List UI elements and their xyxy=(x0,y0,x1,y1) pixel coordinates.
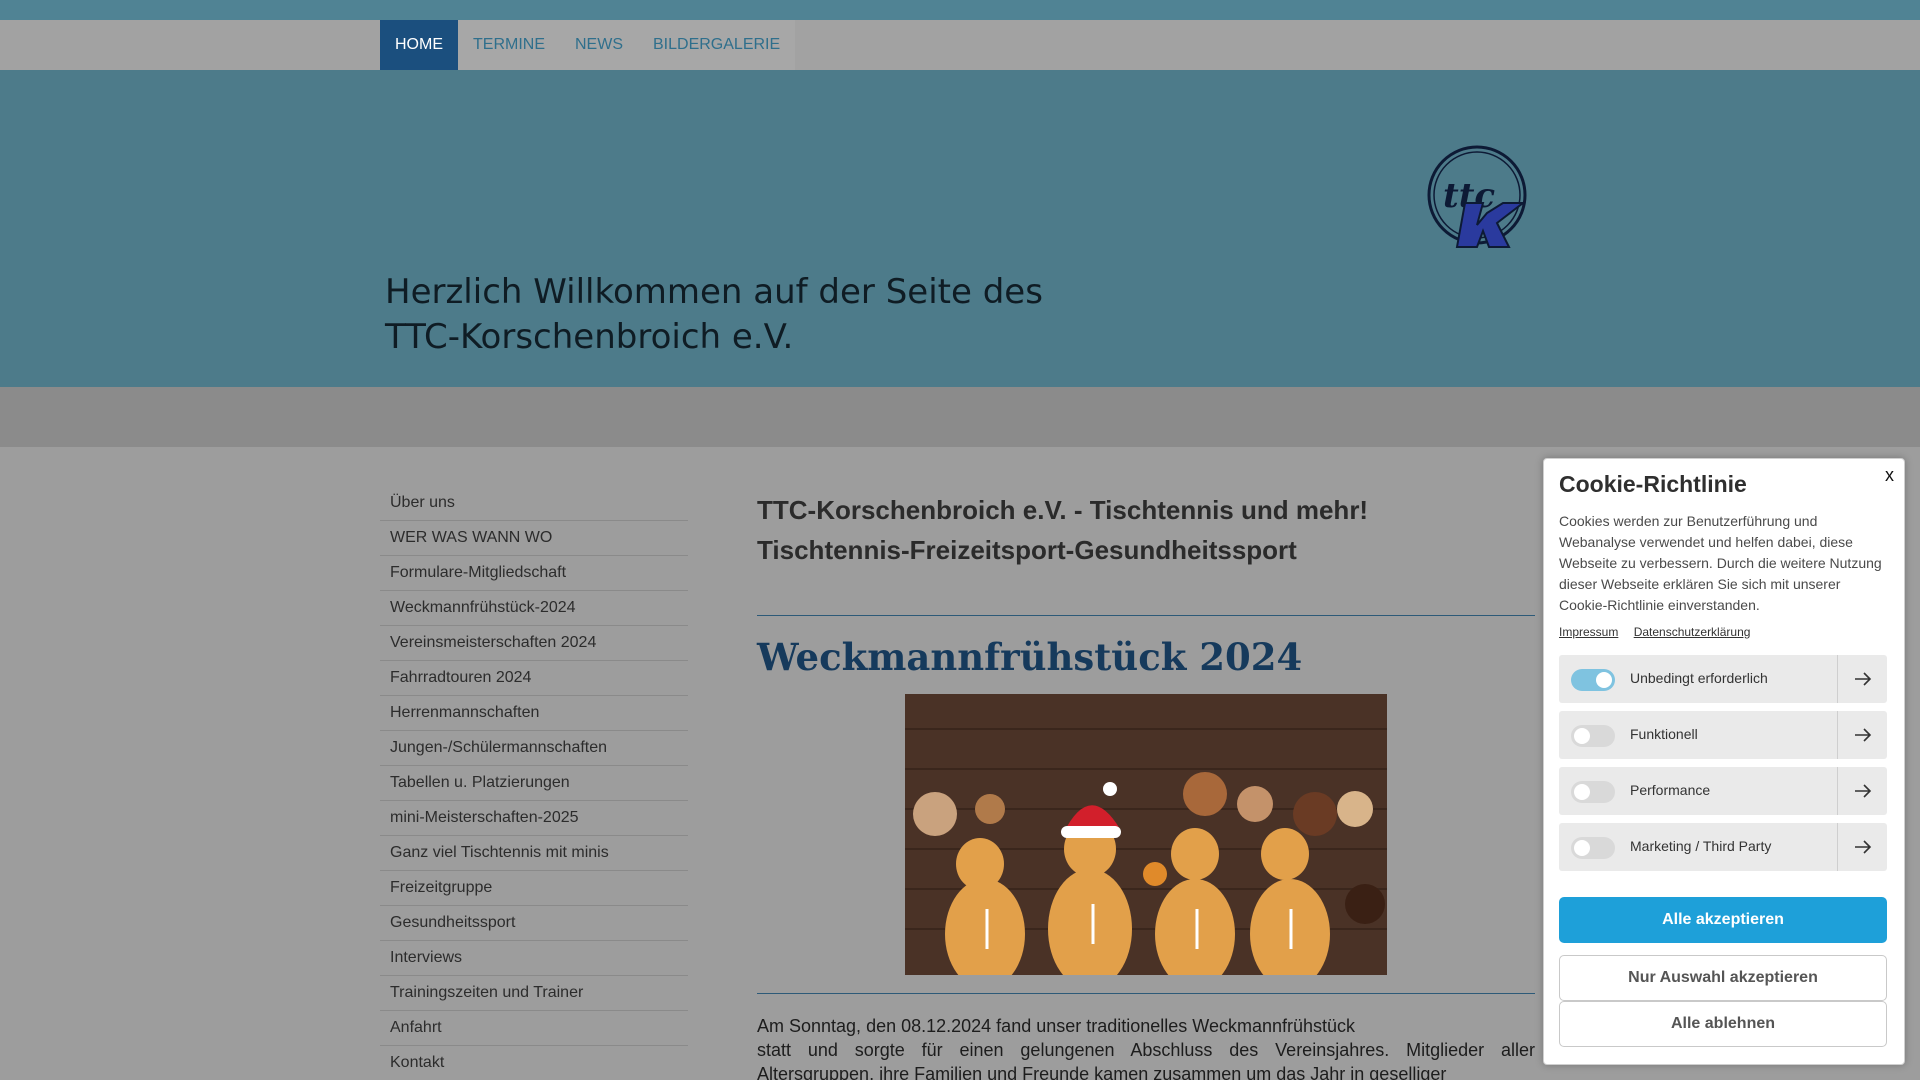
sidebar-item-herrenmannschaften[interactable]: Herrenmannschaften xyxy=(380,696,688,731)
sidebar-item-weckmannfruehstueck[interactable]: Weckmannfrühstück-2024 xyxy=(380,591,688,626)
sidebar-item-kontakt[interactable]: Kontakt xyxy=(380,1046,688,1080)
sidebar-nav: Über uns WER WAS WANN WO Formulare-Mitgl… xyxy=(380,486,688,1080)
sidebar-item-vereinsmeisterschaften[interactable]: Vereinsmeisterschaften 2024 xyxy=(380,626,688,661)
divider xyxy=(757,993,1535,994)
cookie-category-marketing: Marketing / Third Party xyxy=(1559,823,1887,871)
category-label: Unbedingt erforderlich xyxy=(1630,670,1768,686)
header-band xyxy=(0,387,1920,447)
sidebar-item-freizeitgruppe[interactable]: Freizeitgruppe xyxy=(380,871,688,906)
impressum-link[interactable]: Impressum xyxy=(1559,625,1618,639)
top-strip xyxy=(0,0,1920,20)
page-subtitle: Tischtennis-Freizeitsport-Gesundheitsspo… xyxy=(757,535,1297,565)
welcome-headline-line2: TTC-Korschenbroich e.V. xyxy=(385,317,794,357)
cookie-text: Cookies werden zur Benutzerführung und W… xyxy=(1559,513,1882,613)
expand-arrow-icon[interactable] xyxy=(1837,767,1887,815)
nav-termine[interactable]: TERMINE xyxy=(458,20,560,70)
expand-arrow-icon[interactable] xyxy=(1837,711,1887,759)
sidebar-item-mini-meisterschaften[interactable]: mini-Meisterschaften-2025 xyxy=(380,801,688,836)
club-logo[interactable]: ttc xyxy=(1425,145,1535,250)
cookie-title: Cookie-Richtlinie xyxy=(1559,471,1747,497)
cookie-category-functional: Funktionell xyxy=(1559,711,1887,759)
toggle-knob xyxy=(1574,784,1590,800)
close-button[interactable]: x xyxy=(1885,465,1894,486)
marketing-toggle[interactable] xyxy=(1571,837,1615,859)
cookie-category-necessary: Unbedingt erforderlich xyxy=(1559,655,1887,703)
main-nav: HOME TERMINE NEWS BILDERGALERIE xyxy=(380,20,796,70)
article-text: statt und sorgte für einen gelungenen Ab… xyxy=(757,1040,1535,1080)
accept-selection-button[interactable]: Nur Auswahl akzeptieren xyxy=(1559,955,1887,1001)
functional-toggle[interactable] xyxy=(1571,725,1615,747)
nav-bildergalerie[interactable]: BILDERGALERIE xyxy=(638,20,795,70)
gingerbread-men-photo xyxy=(905,694,1387,975)
header-banner: Herzlich Willkommen auf der Seite des TT… xyxy=(0,70,1920,387)
cookie-links: Impressum Datenschutzerklärung xyxy=(1559,625,1762,639)
top-navigation-bar: HOME TERMINE NEWS BILDERGALERIE xyxy=(0,20,1920,70)
cookie-category-performance: Performance xyxy=(1559,767,1887,815)
sidebar-item-trainingszeiten[interactable]: Trainingszeiten und Trainer xyxy=(380,976,688,1011)
accept-all-button[interactable]: Alle akzeptieren xyxy=(1559,897,1887,943)
nav-news[interactable]: NEWS xyxy=(560,20,638,70)
reject-all-button[interactable]: Alle ablehnen xyxy=(1559,1001,1887,1047)
sidebar-item-gesundheitssport[interactable]: Gesundheitssport xyxy=(380,906,688,941)
sidebar-item-tabellen[interactable]: Tabellen u. Platzierungen xyxy=(380,766,688,801)
performance-toggle[interactable] xyxy=(1571,781,1615,803)
necessary-toggle[interactable] xyxy=(1571,669,1615,691)
article-image[interactable] xyxy=(905,694,1387,975)
category-label: Funktionell xyxy=(1630,726,1698,742)
toggle-knob xyxy=(1596,672,1612,688)
main-content: TTC-Korschenbroich e.V. - Tischtennis un… xyxy=(757,490,1535,1080)
article-title: Weckmannfrühstück 2024 xyxy=(757,635,1303,679)
toggle-knob xyxy=(1574,728,1590,744)
sidebar-item-jungen-schuelermannschaften[interactable]: Jungen-/Schülermannschaften xyxy=(380,731,688,766)
toggle-knob xyxy=(1574,840,1590,856)
category-label: Marketing / Third Party xyxy=(1630,838,1772,854)
sidebar-item-ueber-uns[interactable]: Über uns xyxy=(380,486,688,521)
sidebar-item-formulare[interactable]: Formulare-Mitgliedschaft xyxy=(380,556,688,591)
sidebar-item-interviews[interactable]: Interviews xyxy=(380,941,688,976)
category-label: Performance xyxy=(1630,782,1711,798)
nav-home[interactable]: HOME xyxy=(380,20,458,70)
sidebar-item-tischtennis-minis[interactable]: Ganz viel Tischtennis mit minis xyxy=(380,836,688,871)
divider xyxy=(757,615,1535,616)
article-text-line1: Am Sonntag, den 08.12.2024 fand unser tr… xyxy=(757,1016,1356,1036)
expand-arrow-icon[interactable] xyxy=(1837,655,1887,703)
expand-arrow-icon[interactable] xyxy=(1837,823,1887,871)
sidebar-item-wer-was-wann-wo[interactable]: WER WAS WANN WO xyxy=(380,521,688,556)
welcome-headline-line1: Herzlich Willkommen auf der Seite des xyxy=(385,272,1043,312)
sidebar-item-anfahrt[interactable]: Anfahrt xyxy=(380,1011,688,1046)
cookie-consent-dialog: x Cookie-Richtlinie Cookies werden zur B… xyxy=(1543,458,1905,1065)
page-title: TTC-Korschenbroich e.V. - Tischtennis un… xyxy=(757,495,1369,525)
datenschutz-link[interactable]: Datenschutzerklärung xyxy=(1634,625,1751,639)
welcome-headline: Herzlich Willkommen auf der Seite des TT… xyxy=(385,270,1043,360)
sidebar-item-fahrradtouren[interactable]: Fahrradtouren 2024 xyxy=(380,661,688,696)
